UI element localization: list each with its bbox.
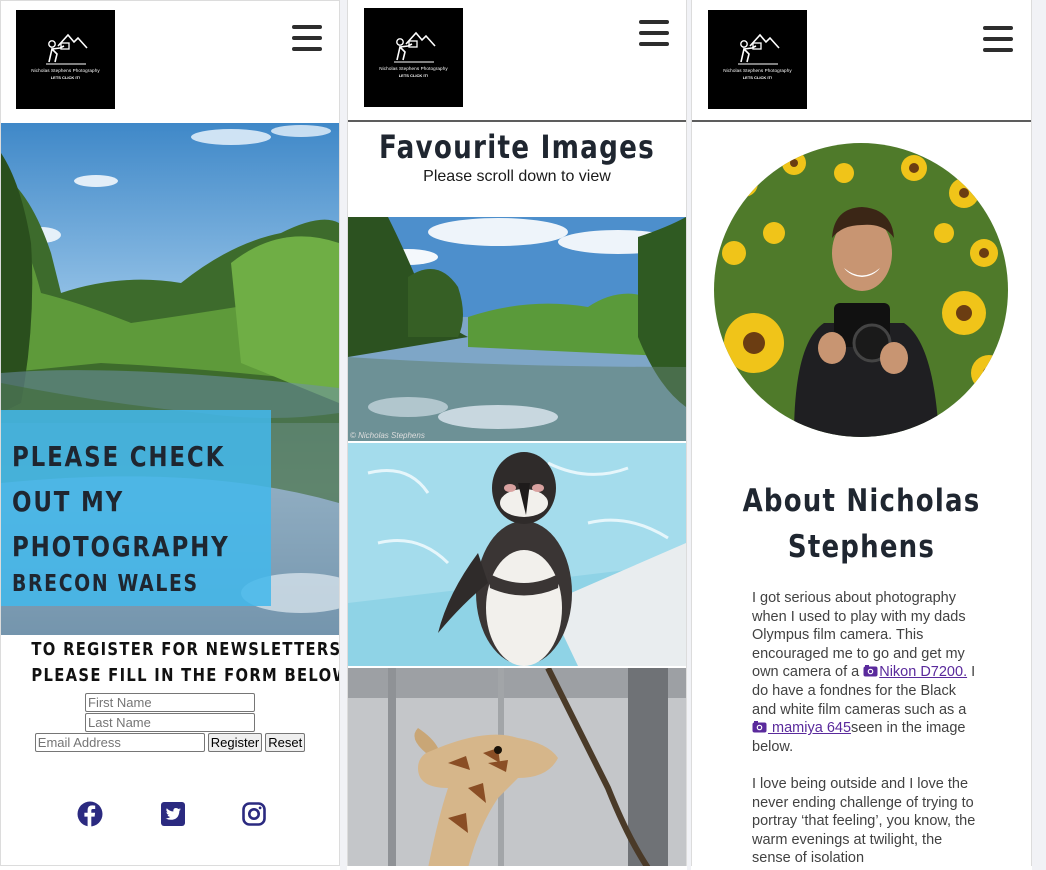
site-header: Nicholas Stephens Photography LETS CLICK… (348, 0, 686, 122)
site-header: Nicholas Stephens Photography LETS CLICK… (1, 1, 339, 123)
newsletter-heading-line: TO REGISTER FOR NEWSLETTERS (31, 639, 340, 660)
camera-icon (863, 665, 878, 677)
twitter-icon[interactable] (160, 801, 186, 827)
reset-button[interactable]: Reset (265, 733, 306, 752)
photographer-logo-icon (46, 33, 88, 65)
facebook-icon[interactable] (77, 801, 103, 827)
gallery-image-giraffe[interactable] (348, 668, 686, 866)
page-title: About Nicholas Stephens (692, 478, 1031, 570)
hamburger-menu-icon[interactable] (639, 20, 669, 48)
hamburger-menu-icon[interactable] (292, 25, 322, 53)
hero-caption-box: PLEASE CHECK OUT MY PHOTOGRAPHY BRECON W… (1, 410, 271, 606)
photographer-logo-icon (738, 33, 780, 65)
last-name-input[interactable] (85, 713, 255, 732)
newsletter-form: Register Reset (1, 693, 339, 752)
about-page-view: Nicholas Stephens Photography LETS CLICK… (691, 0, 1032, 866)
page-subtitle: Please scroll down to view (423, 168, 611, 185)
photo-credit: © Nicholas Stephens (350, 431, 425, 440)
title-line: About Nicholas (742, 483, 981, 519)
photographer-logo-icon (394, 31, 436, 63)
social-links (1, 801, 339, 831)
site-logo[interactable]: Nicholas Stephens Photography LETS CLICK… (708, 10, 807, 109)
site-logo[interactable]: Nicholas Stephens Photography LETS CLICK… (364, 8, 463, 107)
title-line: Stephens (787, 529, 936, 565)
gallery-image-river[interactable]: © Nicholas Stephens (348, 217, 686, 441)
gallery-image-penguin[interactable] (348, 443, 686, 666)
link-text: mamiya 645 (768, 720, 852, 737)
about-body: I got serious about photography when I u… (752, 589, 978, 866)
home-page-view: Nicholas Stephens Photography LETS CLICK… (0, 0, 340, 866)
logo-line-1: Nicholas Stephens Photography (379, 66, 448, 71)
first-name-input[interactable] (85, 693, 255, 712)
gap-divider (1032, 0, 1046, 870)
newsletter-heading-line: PLEASE FILL IN THE FORM BELOW: (31, 665, 340, 686)
screenshot-composite: Nicholas Stephens Photography LETS CLICK… (0, 0, 1046, 870)
mamiya-link[interactable]: mamiya 645 (752, 720, 851, 736)
hero-heading-line: OUT MY (12, 485, 125, 518)
site-header: Nicholas Stephens Photography LETS CLICK… (692, 0, 1031, 122)
page-title: Favourite Images (378, 128, 656, 166)
favourites-page-view: Nicholas Stephens Photography LETS CLICK… (347, 0, 687, 866)
gap-divider (340, 0, 347, 870)
logo-line-1: Nicholas Stephens Photography (31, 68, 100, 73)
profile-photo (714, 143, 1008, 437)
site-logo[interactable]: Nicholas Stephens Photography LETS CLICK… (16, 10, 115, 109)
email-input[interactable] (34, 733, 205, 752)
nikon-link[interactable]: Nikon D7200. (863, 664, 967, 680)
logo-line-1: Nicholas Stephens Photography (723, 68, 792, 73)
instagram-icon[interactable] (241, 801, 267, 827)
about-paragraph: I love being outside and I love the neve… (752, 775, 976, 866)
hamburger-menu-icon[interactable] (983, 26, 1013, 54)
camera-icon (752, 721, 767, 733)
hero-heading-line: PHOTOGRAPHY (12, 530, 230, 563)
about-paragraph: I got serious about photography when I u… (752, 589, 978, 756)
register-button[interactable]: Register (207, 733, 263, 752)
logo-line-2: LETS CLICK IT! (742, 75, 773, 80)
logo-line-2: LETS CLICK IT! (398, 73, 429, 78)
hero-subheading: BRECON WALES (12, 571, 199, 597)
hero-image: PLEASE CHECK OUT MY PHOTOGRAPHY BRECON W… (1, 123, 339, 635)
logo-line-2: LETS CLICK IT! (50, 75, 81, 80)
newsletter-section: TO REGISTER FOR NEWSLETTERS PLEASE FILL … (1, 637, 339, 753)
hero-heading-line: PLEASE CHECK (12, 440, 226, 473)
link-text: Nikon D7200. (879, 664, 968, 681)
